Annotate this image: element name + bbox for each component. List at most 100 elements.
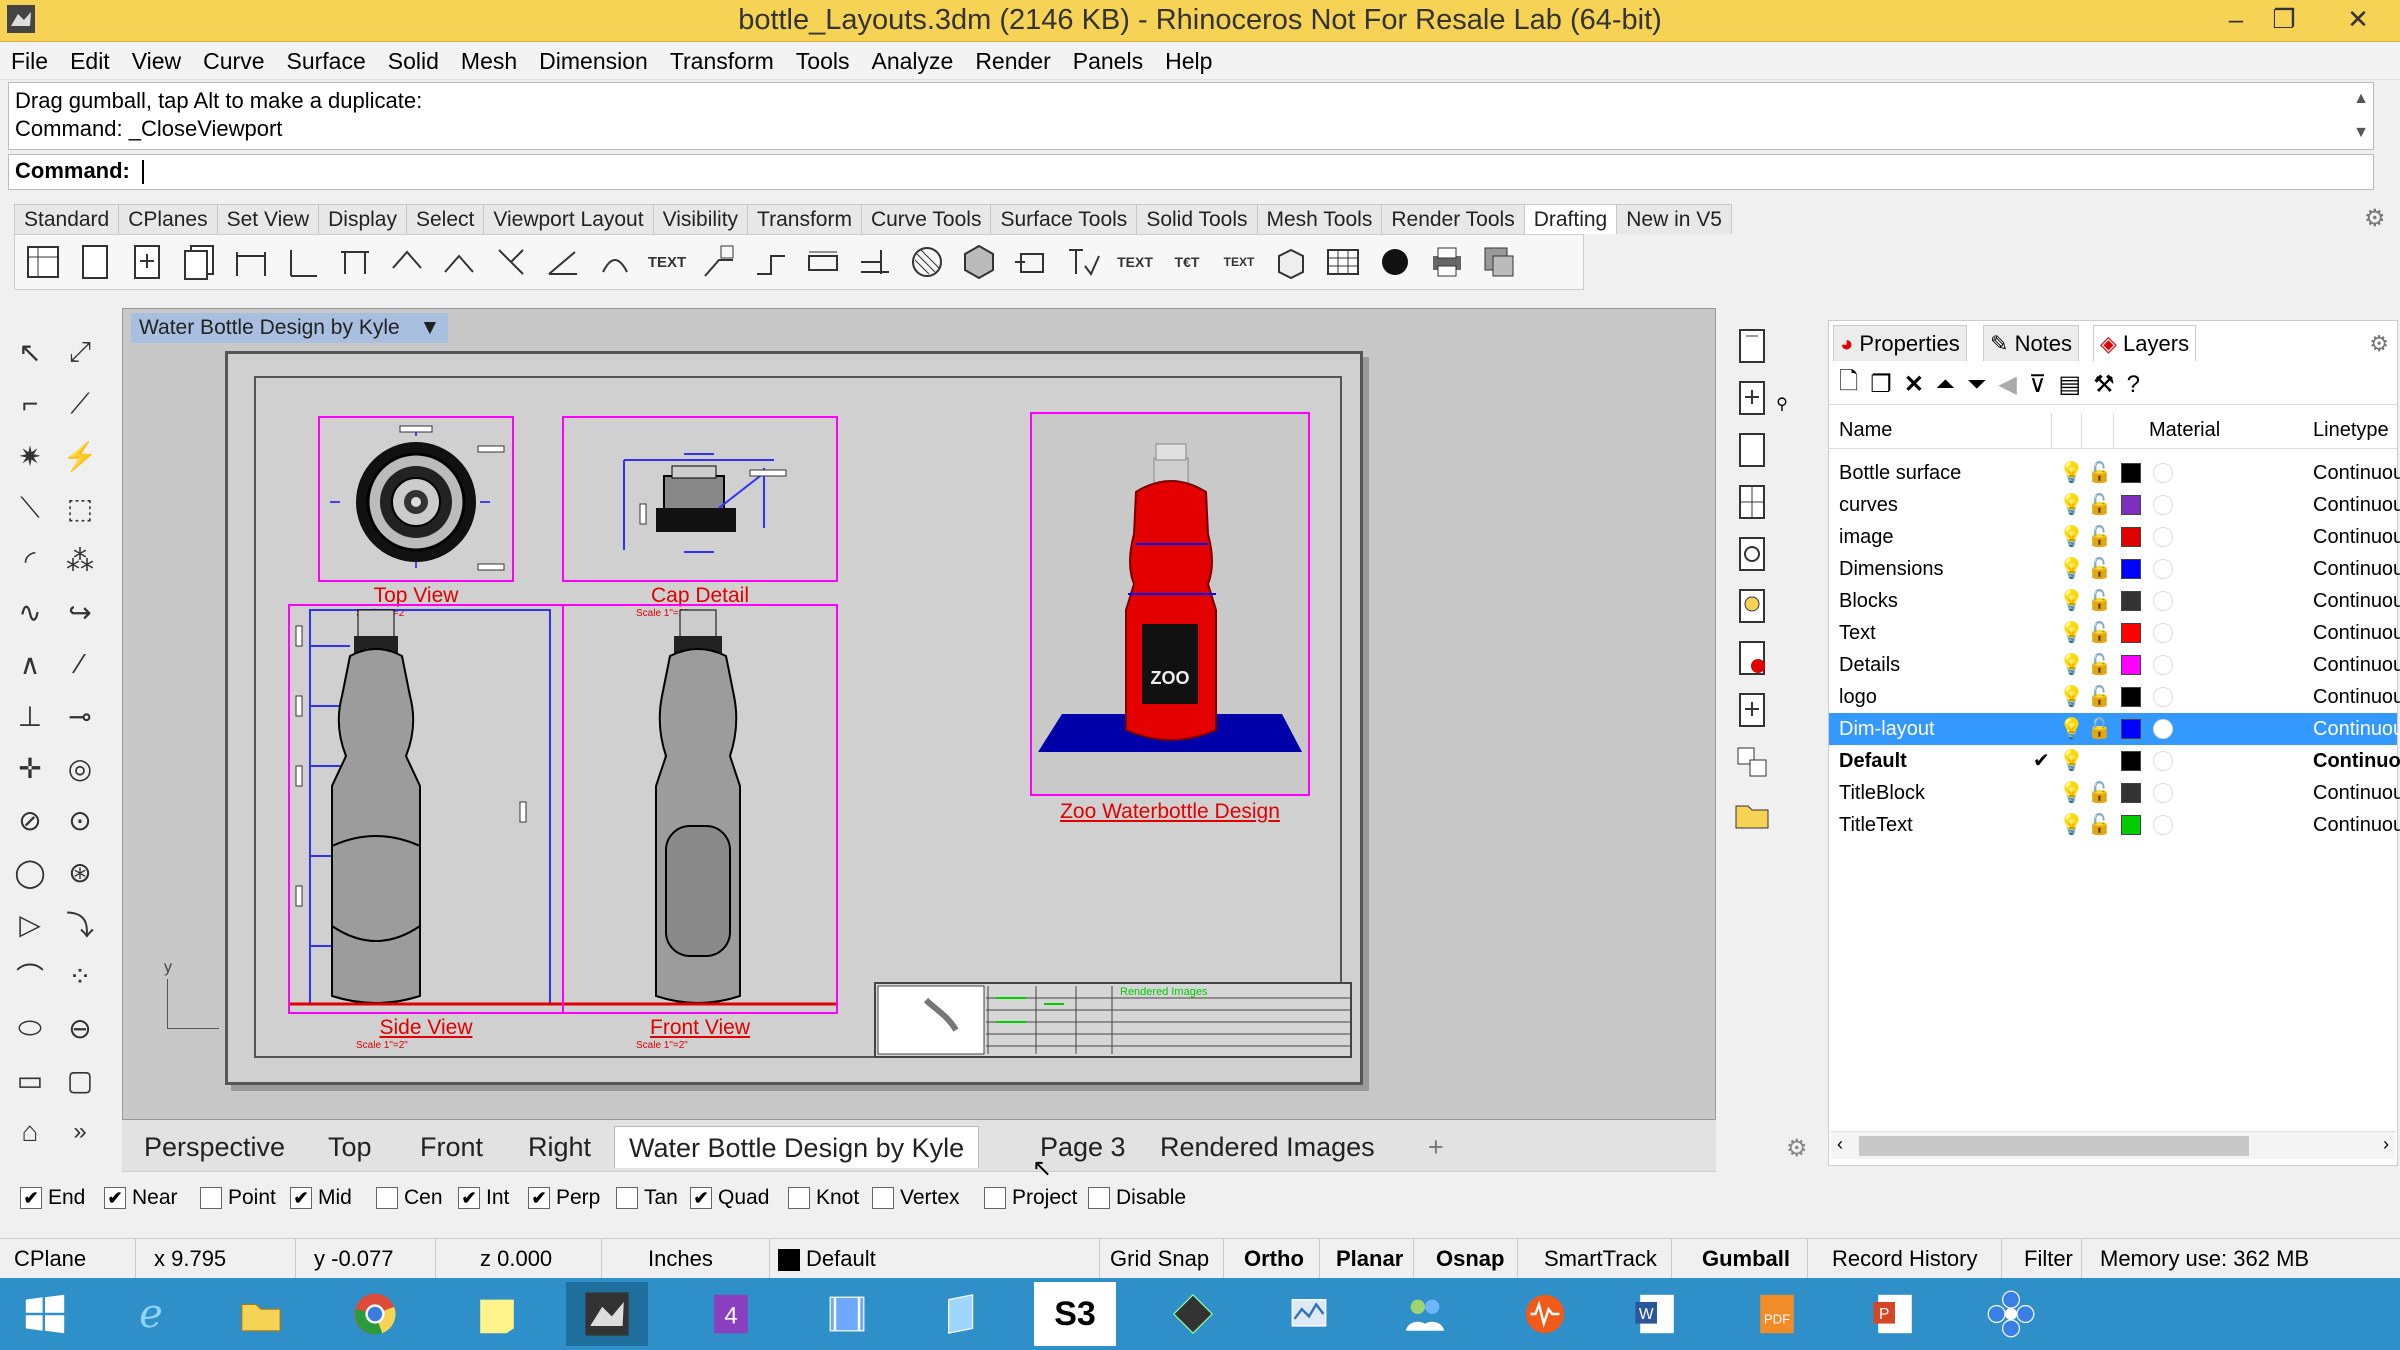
unlock-icon[interactable]: 🔓 [2087,620,2112,645]
material-icon[interactable] [2153,495,2173,515]
add-detail-icon[interactable] [1730,376,1774,420]
sticky-notes-icon[interactable] [456,1282,538,1346]
layer-linetype[interactable]: Continuou [2313,622,2400,645]
camera-icon[interactable]: ⌂ [8,1110,52,1154]
polygon-icon[interactable]: ⬚ [58,486,102,530]
layer-name[interactable]: Dimensions [1839,558,1943,581]
checkbox-icon[interactable]: ✔ [20,1187,42,1209]
material-icon[interactable] [2153,527,2173,547]
tab-transform[interactable]: Transform [747,204,862,234]
onenote-icon[interactable]: 4 [690,1282,772,1346]
layer-linetype[interactable]: Continuou [2313,494,2400,517]
tools-icon[interactable]: ⚒ [2093,370,2115,399]
restore-button[interactable]: ❐ [2260,0,2308,38]
material-icon[interactable] [2153,687,2173,707]
layer-row[interactable]: curves 💡 🔓 Continuou [1829,489,2400,521]
checkbox-icon[interactable]: ✔ [104,1187,126,1209]
checkbox-icon[interactable] [788,1187,810,1209]
layer-row[interactable]: TitleText 💡 🔓 Continuou [1829,809,2400,841]
page-grid-icon[interactable] [1730,480,1774,524]
ellipse-icon[interactable]: ⬭ [8,1006,52,1050]
menu-render[interactable]: Render [964,42,1061,80]
polyline-segments-icon[interactable]: ∧ [8,642,52,686]
video-editor-icon[interactable] [806,1282,888,1346]
horizontal-scrollbar[interactable]: ‹ › [1831,1131,2395,1159]
layer-color-swatch[interactable] [2121,559,2141,579]
annotation-dot-icon[interactable] [1061,240,1105,284]
radial-dimension-icon[interactable] [437,240,481,284]
layer-linetype[interactable]: Continuou [2313,590,2400,613]
material-icon[interactable] [2153,463,2173,483]
menu-surface[interactable]: Surface [276,42,377,80]
layer-color-swatch[interactable] [2121,719,2141,739]
hatch-base-point-icon[interactable] [957,240,1001,284]
menu-solid[interactable]: Solid [377,42,450,80]
freeform-icon[interactable]: ∿ [8,590,52,634]
text-icon[interactable]: TEXT [645,240,689,284]
delete-layer-icon[interactable]: ✕ [1904,370,1924,399]
unlock-icon[interactable]: 🔓 [2087,588,2112,613]
menu-panels[interactable]: Panels [1062,42,1154,80]
chrome-icon[interactable] [334,1282,416,1346]
new-sublayer-icon[interactable]: ❐ [1870,370,1892,399]
s3-app-icon[interactable]: S3 [1034,1282,1116,1346]
add-tab-plus-icon[interactable]: + [1414,1126,1458,1168]
toolbar-settings-gear-icon[interactable]: ⚙ [2364,204,2386,233]
tab-render-tools[interactable]: Render Tools [1381,204,1525,234]
material-icon[interactable] [2153,591,2173,611]
text-outline-icon[interactable]: TEXT [1217,240,1261,284]
tab-standard[interactable]: Standard [14,204,120,234]
aligned-dimension-icon[interactable] [281,240,325,284]
layer-linetype[interactable]: Continuou [2313,526,2400,549]
layer-color-swatch[interactable] [2121,687,2141,707]
more-tools-chevron-icon[interactable]: » [58,1110,102,1154]
layer-name[interactable]: Blocks [1839,590,1898,613]
detail-cap[interactable] [562,416,838,582]
osnap-project[interactable]: Project [984,1186,1077,1210]
unlock-icon[interactable]: 🔓 [2087,460,2112,485]
detail-render-icon[interactable] [1730,636,1774,680]
detail-side-view[interactable] [288,604,564,1014]
unlock-icon[interactable]: 🔓 [2087,556,2112,581]
leader-icon[interactable] [697,240,741,284]
lightbulb-icon[interactable]: 💡 [2059,684,2084,709]
layer-color-swatch[interactable] [2121,751,2141,771]
scroll-right-icon[interactable]: › [2383,1134,2389,1155]
circle-3pt-icon[interactable]: ◯ [8,850,52,894]
layer-linetype[interactable]: Continuou [2313,462,2400,485]
control-points-icon[interactable]: ⁘ [58,954,102,998]
layer-color-swatch[interactable] [2121,623,2141,643]
lightbulb-icon[interactable]: 💡 [2059,748,2084,773]
panel-settings-gear-icon[interactable]: ⚙ [2369,331,2389,357]
people-app-icon[interactable] [1384,1282,1466,1346]
layer-row[interactable]: TitleBlock 💡 🔓 Continuou [1829,777,2400,809]
layer-row[interactable]: Details 💡 🔓 Continuou [1829,649,2400,681]
detail-light-icon[interactable] [1730,584,1774,628]
menu-dimension[interactable]: Dimension [528,42,659,80]
vertical-line-icon[interactable]: ⊥ [8,694,52,738]
layer-color-swatch[interactable] [2121,591,2141,611]
layer-row[interactable]: Blocks 💡 🔓 Continuou [1829,585,2400,617]
rectangle-icon[interactable]: ▭ [8,1058,52,1102]
status-filter[interactable]: Filter [2016,1239,2082,1279]
point-icon[interactable]: ⤢ [58,330,102,374]
rhino-taskbar-icon[interactable] [566,1282,648,1346]
tab-visibility[interactable]: Visibility [652,204,749,234]
status-grid-snap[interactable]: Grid Snap [1102,1239,1224,1279]
viewport-dropdown-icon[interactable]: ▼ [420,313,441,343]
layer-row[interactable]: Default ✔ 💡 Continuou [1829,745,2400,777]
menu-tools[interactable]: Tools [785,42,861,80]
close-button[interactable]: ✕ [2330,0,2386,38]
layer-name[interactable]: Bottle surface [1839,462,1961,485]
menu-analyze[interactable]: Analyze [860,42,964,80]
file-explorer-icon[interactable] [220,1282,302,1346]
osnap-cen[interactable]: Cen [376,1186,443,1210]
sphere-display-icon[interactable] [1373,240,1417,284]
unlock-icon[interactable]: 🔓 [2087,652,2112,677]
osnap-disable[interactable]: Disable [1088,1186,1186,1210]
internet-explorer-icon[interactable]: ℯ [110,1282,192,1346]
tab-curve-tools[interactable]: Curve Tools [860,204,992,234]
windows-start-icon[interactable] [4,1282,86,1346]
page-setup-icon[interactable] [1730,324,1774,368]
circle-diameter-icon[interactable]: ⊘ [8,798,52,842]
